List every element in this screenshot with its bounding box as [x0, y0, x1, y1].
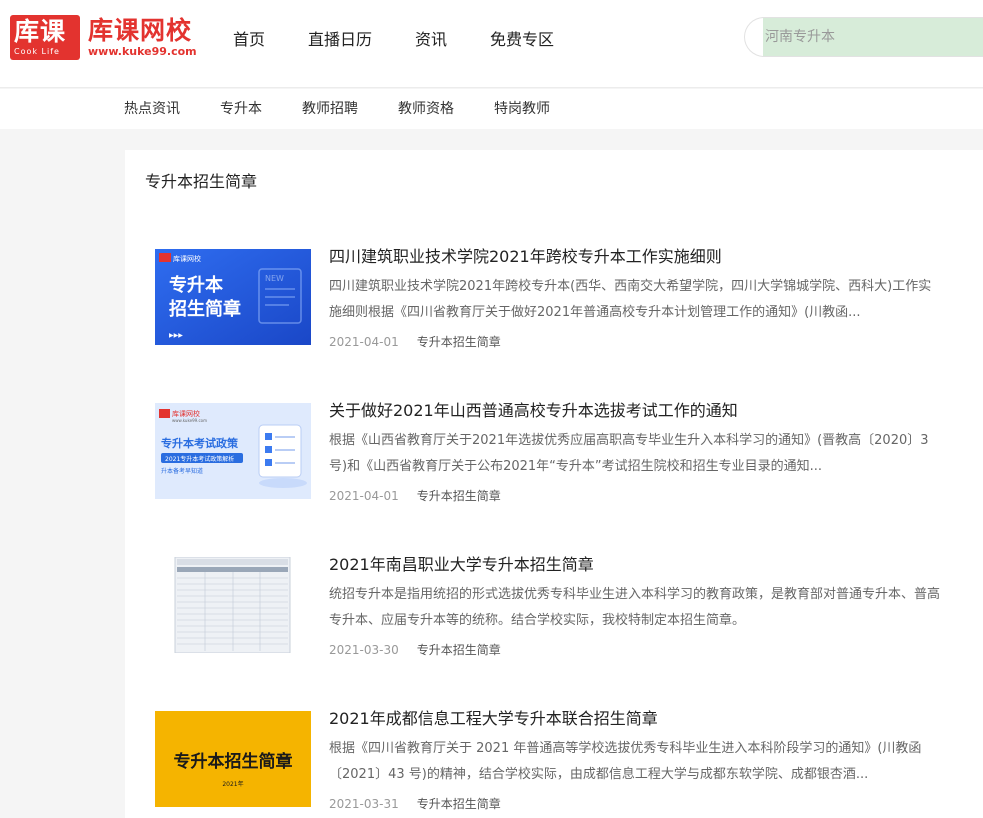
- thumb-year: 2021年: [222, 780, 243, 788]
- table-image-icon: [155, 557, 311, 653]
- thumb-line3: 升本备考早知道: [161, 467, 203, 475]
- site-logo[interactable]: 库课 Cook Life 库课网校 www.kuke99.com: [10, 15, 197, 60]
- search-box: [744, 17, 983, 57]
- logo-mark: 库课 Cook Life: [10, 15, 80, 60]
- article-item[interactable]: 库课网校 www.kuke99.com 专升本考试政策 2021专升本考试政策解…: [155, 386, 965, 516]
- article-meta: 2021-03-31 专升本招生简章: [329, 796, 501, 812]
- article-tag[interactable]: 专升本招生简章: [417, 796, 501, 812]
- thumb-line1: 专升本招生简章: [174, 751, 293, 772]
- logo-name: 库课网校: [88, 15, 193, 45]
- thumb-doc-label: NEW: [265, 274, 284, 283]
- logo-url: www.kuke99.com: [88, 44, 197, 58]
- sub-nav: 热点资讯 专升本 教师招聘 教师资格 特岗教师: [0, 89, 983, 129]
- nav-item-free-zone[interactable]: 免费专区: [490, 28, 554, 52]
- article-title[interactable]: 关于做好2021年山西普通高校专升本选拔考试工作的通知: [329, 400, 738, 422]
- thumb-line1: 专升本考试政策: [161, 436, 239, 450]
- nav-item-live-calendar[interactable]: 直播日历: [308, 28, 372, 52]
- thumb-brand: 库课网校: [173, 254, 201, 263]
- article-meta: 2021-04-01 专升本招生简章: [329, 488, 501, 504]
- subnav-item-hot-news[interactable]: 热点资讯: [124, 100, 180, 118]
- article-title[interactable]: 2021年成都信息工程大学专升本联合招生简章: [329, 708, 658, 730]
- article-date: 2021-03-30: [329, 643, 399, 657]
- article-meta: 2021-03-30 专升本招生简章: [329, 642, 501, 658]
- subnav-item-teacher-recruit[interactable]: 教师招聘: [302, 100, 358, 118]
- article-thumbnail[interactable]: 库课网校 www.kuke99.com 专升本考试政策 2021专升本考试政策解…: [155, 403, 311, 499]
- article-item[interactable]: 库课网校 专升本 招生简章 NEW ▶▶▶ 四川建筑职业技术学院2021年跨校专…: [155, 232, 965, 362]
- article-item[interactable]: 2021年南昌职业大学专升本招生简章 统招专升本是指用统招的形式选拔优秀专科毕业…: [155, 540, 965, 670]
- article-title[interactable]: 2021年南昌职业大学专升本招生简章: [329, 554, 594, 576]
- article-date: 2021-04-01: [329, 335, 399, 349]
- article-tag[interactable]: 专升本招生简章: [417, 642, 501, 658]
- thumb-brand: 库课网校: [172, 409, 200, 418]
- article-summary: 根据《山西省教育厅关于2021年选拔优秀应届高职高专毕业生升入本科学习的通知》(…: [329, 433, 929, 474]
- nav-item-news[interactable]: 资讯: [415, 28, 447, 52]
- article-thumbnail[interactable]: 专升本招生简章 2021年: [155, 711, 311, 807]
- article-date: 2021-04-01: [329, 489, 399, 503]
- main-nav: 首页 直播日历 资讯 免费专区: [233, 28, 597, 52]
- logo-mark-subtext: Cook Life: [14, 47, 60, 56]
- search-input[interactable]: [763, 18, 983, 56]
- article-item[interactable]: 专升本招生简章 2021年 2021年成都信息工程大学专升本联合招生简章 根据《…: [155, 694, 965, 818]
- subnav-item-special-teacher[interactable]: 特岗教师: [494, 100, 550, 118]
- article-summary: 根据《四川省教育厅关于 2021 年普通高等学校选拔优秀专科毕业生进入本科阶段学…: [329, 741, 922, 782]
- article-title[interactable]: 四川建筑职业技术学院2021年跨校专升本工作实施细则: [329, 246, 722, 268]
- article-tag[interactable]: 专升本招生简章: [417, 334, 501, 350]
- article-list-panel: 专升本招生简章 库课网校 专升本 招生简章 NEW ▶▶▶ 四川建筑职业技术学院…: [125, 150, 983, 818]
- article-tag[interactable]: 专升本招生简章: [417, 488, 501, 504]
- thumb-band: 2021专升本考试政策解析: [165, 455, 234, 463]
- article-meta: 2021-04-01 专升本招生简章: [329, 334, 501, 350]
- logo-mark-text: 库课: [14, 17, 67, 46]
- article-summary: 四川建筑职业技术学院2021年跨校专升本(西华、西南交大希望学院，四川大学锦城学…: [329, 279, 932, 320]
- section-title: 专升本招生简章: [145, 172, 258, 191]
- nav-item-home[interactable]: 首页: [233, 28, 265, 52]
- top-header: 库课 Cook Life 库课网校 www.kuke99.com 首页 直播日历…: [0, 0, 983, 88]
- subnav-item-teacher-cert[interactable]: 教师资格: [398, 100, 454, 118]
- article-summary: 统招专升本是指用统招的形式选拔优秀专科毕业生进入本科学习的教育政策，是教育部对普…: [329, 587, 941, 628]
- article-thumbnail[interactable]: [155, 557, 311, 653]
- thumb-url: www.kuke99.com: [172, 418, 207, 423]
- thumb-arrows: ▶▶▶: [169, 332, 183, 339]
- article-thumbnail[interactable]: 库课网校 专升本 招生简章 NEW ▶▶▶: [155, 249, 311, 345]
- thumb-line2: 招生简章: [169, 298, 241, 320]
- thumb-line1: 专升本: [169, 274, 223, 296]
- article-date: 2021-03-31: [329, 797, 399, 811]
- subnav-item-zhuanshengben[interactable]: 专升本: [220, 100, 262, 118]
- logo-text: 库课网校 www.kuke99.com: [88, 15, 197, 59]
- checklist-icon: [258, 424, 302, 478]
